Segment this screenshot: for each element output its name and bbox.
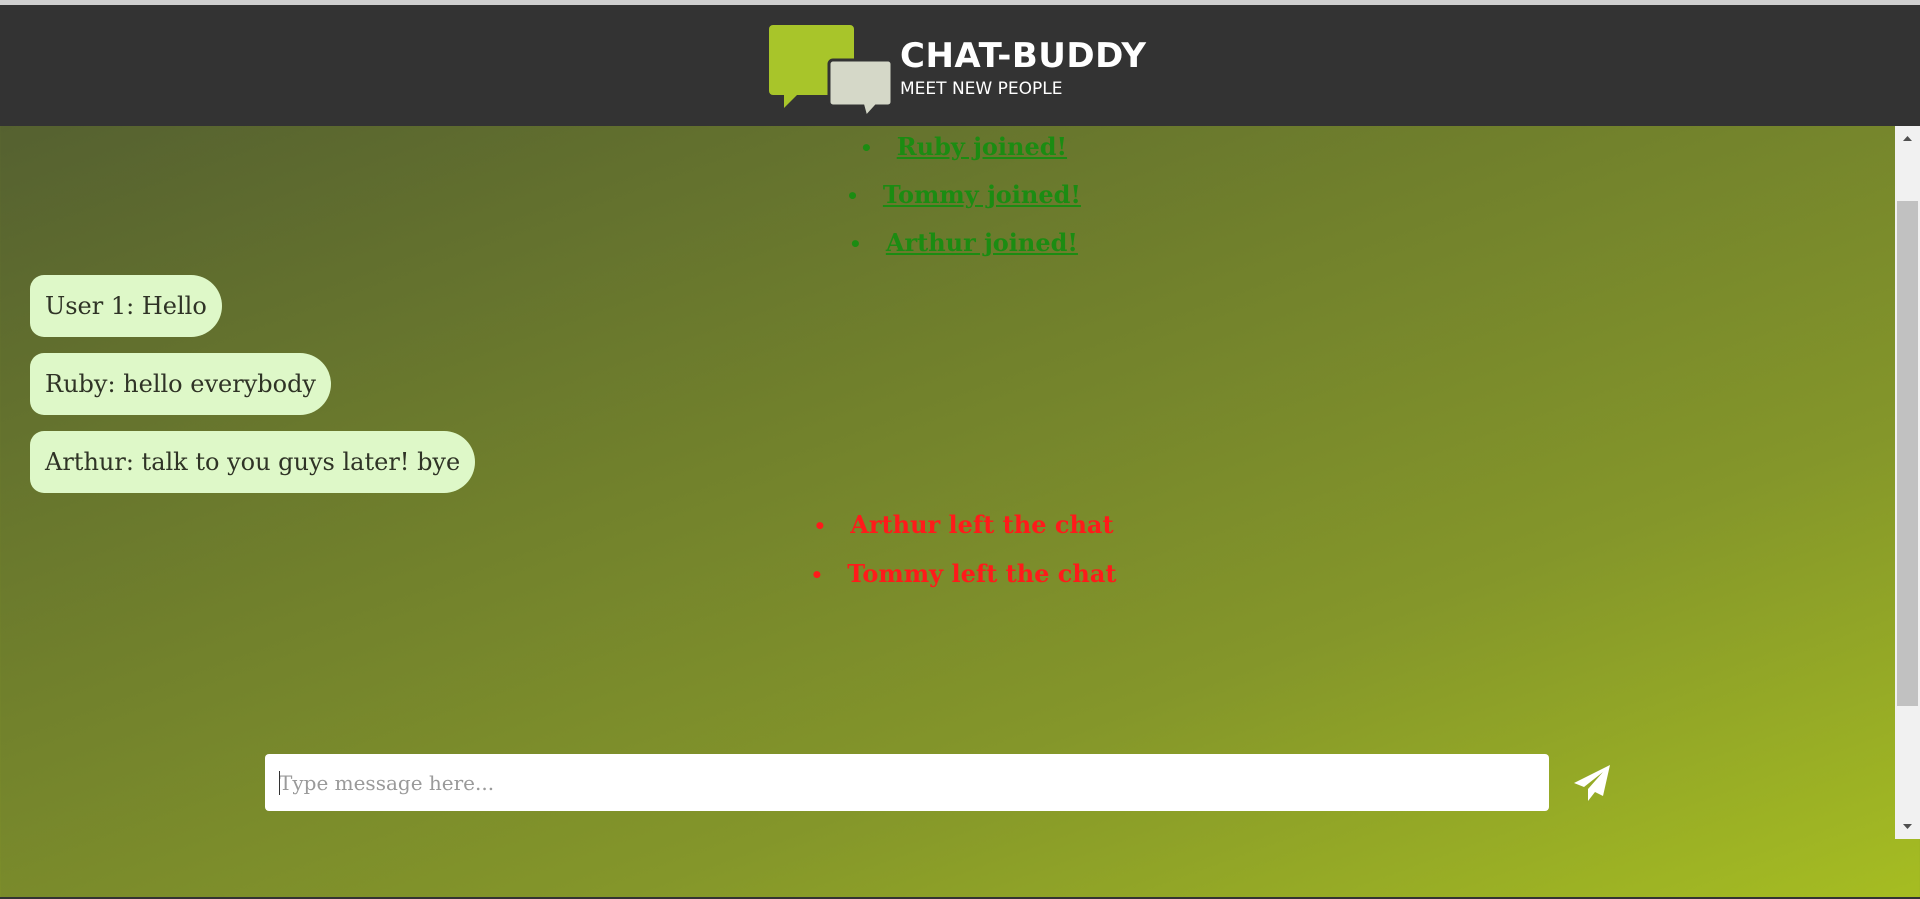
scroll-down-button[interactable]	[1895, 814, 1920, 839]
list-bullet: •	[846, 184, 859, 208]
arrow-up-icon	[1903, 136, 1912, 141]
leave-notice: • Tommy left the chat	[0, 559, 1920, 588]
brand-title: CHAT-BUDDY	[900, 36, 1147, 76]
text-caret	[279, 771, 280, 795]
message-input[interactable]	[265, 754, 1549, 811]
vertical-scrollbar[interactable]	[1895, 126, 1920, 839]
join-notice-text[interactable]: Arthur joined!	[886, 228, 1078, 257]
join-notice-text[interactable]: Tommy joined!	[883, 180, 1081, 209]
chat-message: User 1: Hello	[30, 275, 222, 337]
app-header: CHAT-BUDDY MEET NEW PEOPLE	[0, 5, 1920, 126]
leave-notice: • Arthur left the chat	[0, 510, 1920, 539]
scroll-up-button[interactable]	[1895, 126, 1920, 151]
join-notice-text[interactable]: Ruby joined!	[897, 132, 1067, 161]
arrow-down-icon	[1903, 824, 1912, 829]
list-bullet: •	[810, 563, 824, 587]
chat-message: Arthur: talk to you guys later! bye	[30, 431, 476, 493]
list-bullet: •	[849, 232, 862, 256]
join-notice[interactable]: • Tommy joined!	[0, 180, 1920, 209]
chat-feed[interactable]: • Ruby joined! • Tommy joined! • Arthur joi…	[0, 126, 1895, 839]
paper-plane-icon	[1574, 765, 1610, 801]
leave-notice-text: Tommy left the chat	[847, 559, 1117, 588]
join-notice[interactable]: • Ruby joined!	[0, 132, 1920, 161]
chat-message: Ruby: hello everybody	[30, 353, 331, 415]
send-button[interactable]	[1570, 761, 1615, 806]
join-notice[interactable]: • Arthur joined!	[0, 228, 1920, 257]
list-bullet: •	[813, 514, 827, 538]
list-bullet: •	[859, 136, 873, 160]
brand-tagline: MEET NEW PEOPLE	[900, 79, 1063, 99]
scrollbar-thumb[interactable]	[1897, 201, 1918, 706]
brand-logo[interactable]: CHAT-BUDDY MEET NEW PEOPLE	[769, 25, 1169, 115]
chat-bubbles-logo-icon	[769, 25, 894, 115]
leave-notice-text: Arthur left the chat	[850, 510, 1114, 539]
